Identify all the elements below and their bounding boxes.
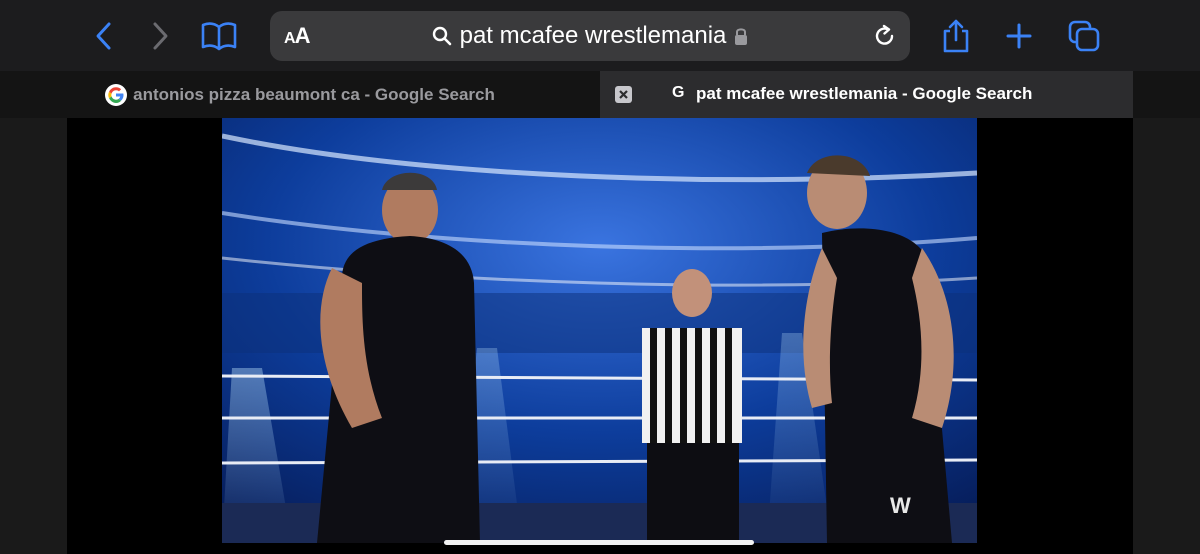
- bookmarks-button[interactable]: [197, 14, 241, 58]
- web-content[interactable]: W: [67, 118, 1133, 554]
- tab-bar: antonios pizza beaumont ca - Google Sear…: [0, 71, 1200, 118]
- forward-button[interactable]: [138, 14, 182, 58]
- book-icon: [201, 22, 237, 51]
- browser-toolbar: AA pat mcafee wrestlemania: [0, 0, 1200, 71]
- chevron-left-icon: [96, 22, 111, 50]
- share-icon: [943, 19, 969, 53]
- tab-title: pat mcafee wrestlemania - Google Search: [696, 84, 1033, 103]
- wwe-logo: W: [890, 493, 911, 518]
- tab-title: antonios pizza beaumont ca - Google Sear…: [133, 84, 495, 104]
- home-indicator[interactable]: [444, 540, 754, 545]
- page-margin-left: [0, 118, 67, 554]
- photo-illustration: W: [222, 118, 977, 543]
- tab-close-button[interactable]: [615, 86, 632, 103]
- tab-pat-mcafee[interactable]: G pat mcafee wrestlemania - Google Searc…: [600, 71, 1133, 118]
- plus-icon: [1006, 23, 1032, 49]
- tab-favicon-letter: G: [672, 84, 685, 101]
- search-icon: [432, 26, 451, 46]
- address-text: pat mcafee wrestlemania: [459, 22, 727, 49]
- tab-overview-button[interactable]: [1062, 14, 1106, 58]
- google-g-icon: [105, 83, 128, 106]
- reload-icon: [875, 24, 894, 45]
- new-tab-button[interactable]: [997, 14, 1041, 58]
- tabs-icon: [1068, 20, 1100, 52]
- share-button[interactable]: [934, 14, 978, 58]
- page-margin-right: [1133, 118, 1200, 554]
- tab-antonios-pizza[interactable]: antonios pizza beaumont ca - Google Sear…: [0, 71, 600, 118]
- back-button[interactable]: [82, 14, 126, 58]
- wrestling-photo[interactable]: W: [222, 118, 977, 543]
- chevron-right-icon: [153, 22, 168, 50]
- close-icon: [619, 90, 628, 99]
- lock-icon: [735, 28, 748, 45]
- address-bar[interactable]: AA pat mcafee wrestlemania: [270, 11, 910, 61]
- reload-button[interactable]: [872, 23, 898, 54]
